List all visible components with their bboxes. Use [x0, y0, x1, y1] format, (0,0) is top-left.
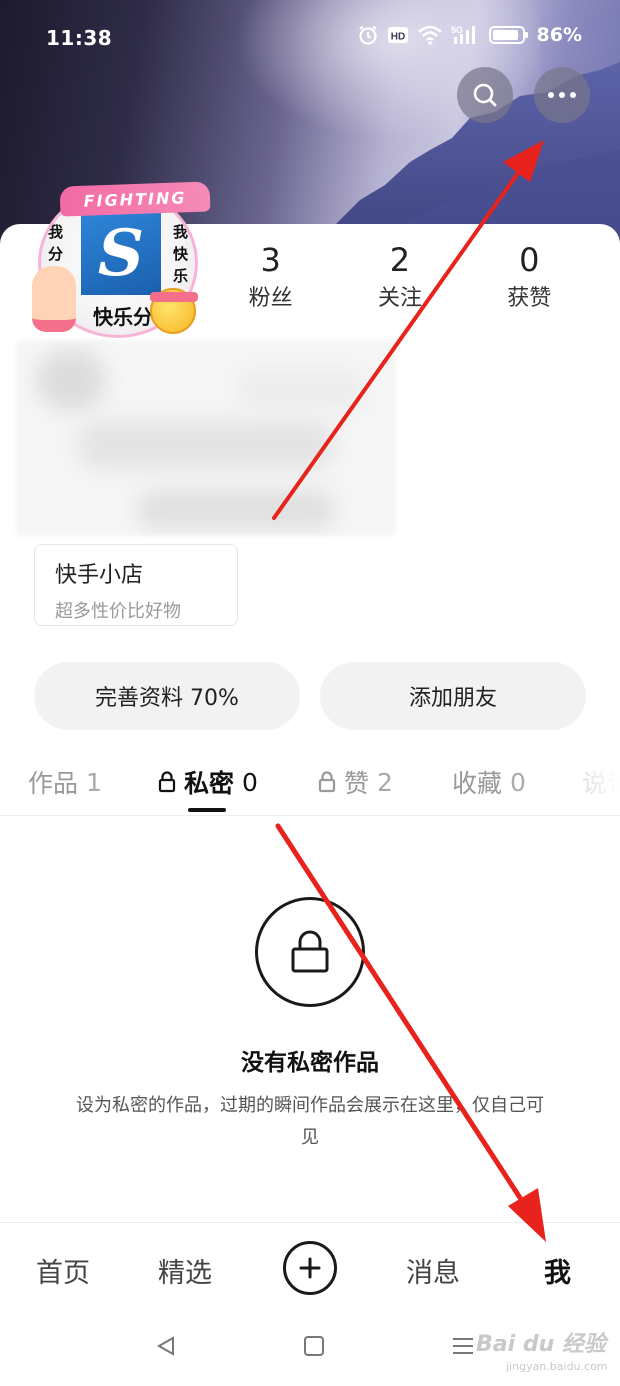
back-triangle-icon[interactable] [154, 1334, 178, 1358]
status-time: 11:38 [46, 26, 113, 50]
stat-value: 2 [389, 241, 411, 279]
complete-profile-button[interactable]: 完善资料 70% [34, 662, 300, 730]
content-tabs: 作品 1 私密 0 赞 2 收藏 0 说说 [0, 760, 620, 816]
avatar[interactable]: S 我分 我快乐 快乐分 FIGHTING [32, 181, 211, 338]
nav-me[interactable]: 我 [544, 1251, 571, 1290]
tab-count: 2 [377, 767, 393, 797]
blurred-profile-info [16, 340, 396, 536]
tab-private[interactable]: 私密 0 [158, 764, 258, 800]
kuaishou-shop-card[interactable]: 快手小店 超多性价比好物 [34, 544, 238, 626]
stat-value: 3 [260, 241, 281, 279]
nav-home[interactable]: 首页 [36, 1251, 90, 1290]
more-button[interactable] [534, 67, 590, 123]
tab-count: 0 [510, 767, 526, 797]
stat-label: 获赞 [507, 286, 552, 311]
empty-state-title: 没有私密作品 [241, 1050, 379, 1076]
empty-lock-badge [255, 897, 365, 1007]
active-tab-indicator [188, 808, 226, 812]
stat-followers[interactable]: 3 粉丝 [216, 240, 326, 312]
svg-text:5G: 5G [451, 25, 463, 35]
baidu-watermark-url: jingyan.baidu.com [506, 1360, 608, 1373]
empty-state-description: 设为私密的作品，过期的瞬间作品会展示在这里，仅自己可见 [76, 1095, 544, 1148]
menu-lines-icon[interactable] [450, 1334, 476, 1358]
5g-signal-icon: 5G [451, 25, 475, 44]
stat-value: 0 [519, 241, 540, 279]
wifi-icon [417, 25, 442, 45]
stat-label: 粉丝 [248, 286, 293, 311]
status-bar: 11:38 HD 5G 86% [0, 0, 620, 76]
home-square-icon[interactable] [302, 1334, 326, 1358]
avatar-left-text: 我分 [48, 223, 64, 263]
tab-label: 赞 [344, 769, 370, 798]
tab-count: 1 [86, 767, 102, 797]
plus-icon [299, 1257, 321, 1279]
avatar-right-text: 我快乐 [173, 223, 189, 285]
search-button[interactable] [457, 67, 513, 123]
tab-favorites[interactable]: 收藏 0 [452, 764, 526, 800]
stat-following[interactable]: 2 关注 [345, 240, 455, 312]
tab-label: 收藏 [452, 769, 503, 798]
hand-emoji-icon [32, 266, 76, 332]
tab-works[interactable]: 作品 1 [28, 764, 102, 800]
tab-label: 私密 [184, 769, 235, 798]
add-friend-button[interactable]: 添加朋友 [320, 662, 586, 730]
tab-likes[interactable]: 赞 2 [318, 764, 393, 800]
bottom-nav: 首页 精选 消息 我 [0, 1222, 620, 1314]
avatar-bottom-text: 快乐分 [93, 305, 153, 329]
lock-icon [291, 930, 329, 973]
lock-icon [318, 771, 336, 793]
face-emoji-icon [150, 288, 198, 334]
create-button[interactable] [283, 1241, 337, 1295]
tab-fade [560, 760, 620, 815]
more-icon [548, 92, 576, 98]
baidu-watermark: Bai du 经验 [476, 1332, 606, 1357]
stat-label: 关注 [377, 286, 422, 311]
avatar-logo: S [81, 211, 161, 295]
shop-title: 快手小店 [55, 563, 144, 588]
alarm-icon [358, 25, 377, 45]
profile-stats: 3 粉丝 2 关注 0 获赞 [206, 240, 594, 312]
battery-percentage: 86% [536, 24, 582, 46]
svg-text:HD: HD [390, 32, 404, 43]
shop-subtitle: 超多性价比好物 [55, 601, 181, 622]
tab-count: 0 [242, 767, 258, 797]
battery-icon [488, 26, 528, 44]
nav-messages[interactable]: 消息 [406, 1251, 460, 1290]
lock-icon [158, 771, 176, 793]
status-icons: HD 5G 86% [357, 24, 582, 46]
hd-icon: HD [387, 27, 408, 43]
search-icon [473, 83, 497, 107]
nav-featured[interactable]: 精选 [158, 1251, 212, 1290]
tab-label: 作品 [28, 769, 79, 798]
stat-likes[interactable]: 0 获赞 [474, 240, 584, 312]
avatar-ribbon: FIGHTING [59, 181, 211, 217]
